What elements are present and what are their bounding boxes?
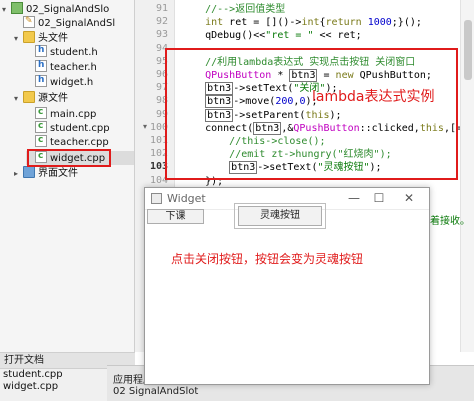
pro-file-icon [23, 14, 35, 28]
tree-item[interactable]: ▾ 源文件 [14, 91, 134, 105]
line-number: 92 [155, 16, 168, 28]
tree-item-label: 02_SignalAndSlo [26, 4, 110, 15]
tree-item[interactable]: teacher.cpp [26, 133, 134, 149]
folder-icon [23, 31, 35, 43]
header-file-icon [35, 43, 47, 57]
close-icon[interactable]: ✕ [402, 191, 416, 205]
line-number: 91 [155, 3, 168, 14]
minimize-icon[interactable]: — [347, 191, 361, 205]
project-tree: ▾ 02_SignalAndSlo 02_SignalAndSl ▾头文件 studen… [0, 0, 135, 352]
tree-item[interactable]: widget.h [26, 73, 134, 89]
widget-client-area: 下课 灵魂按钮 点击关闭按钮，按钮会变为灵魂按钮 [145, 188, 429, 384]
expand-arrow-icon[interactable]: ▸ [14, 167, 23, 181]
widget-window-title: Widget [167, 192, 206, 205]
code-line: int ret = []()->int{return 1000;}(); [181, 16, 422, 30]
code-token: int [205, 17, 224, 29]
tree-item-label: widget.h [50, 77, 94, 88]
code-token: return [325, 17, 362, 29]
widget-annotation-note: 点击关闭按钮，按钮会变为灵魂按钮 [171, 252, 364, 266]
expand-arrow-icon[interactable]: ▾ [14, 32, 23, 46]
cpp-file-icon [35, 105, 47, 119]
tree-item-label: 界面文件 [38, 168, 78, 179]
code-token: qDebug()<< [181, 30, 266, 42]
tree-item[interactable]: student.h [26, 43, 134, 59]
folder-icon [23, 91, 35, 103]
expand-arrow-icon[interactable]: ▾ [2, 3, 11, 17]
lambda-code-highlight-box [165, 48, 458, 180]
cpp-file-icon [35, 133, 47, 147]
code-token: ret = []()-> [223, 17, 302, 29]
code-token: ;}(); [391, 17, 422, 29]
code-line: //-->返回值类型 [181, 3, 285, 17]
tree-item-label: student.cpp [50, 123, 110, 134]
fold-marker-icon[interactable]: ▾ [143, 122, 147, 131]
tree-item[interactable]: 02_SignalAndSl [14, 14, 134, 30]
code-token: int [301, 17, 320, 29]
header-file-icon [35, 73, 47, 87]
project-icon [11, 2, 23, 14]
ui-folder-icon [23, 166, 35, 178]
code-token: //-->返回值类型 [205, 4, 286, 15]
widget-cpp-highlight-box [27, 149, 111, 167]
lambda-annotation-label: lambda表达式实例 [312, 89, 435, 105]
tree-item-label: main.cpp [50, 109, 97, 120]
tree-item-label: 源文件 [38, 93, 68, 104]
code-token: << ret; [313, 30, 362, 42]
code-token: 1000 [367, 17, 392, 29]
code-fragment-text: 着接收。 [430, 216, 470, 227]
tree-item-label: student.h [50, 47, 98, 58]
cpp-file-icon [35, 119, 47, 133]
code-line: qDebug()<<"ret = " << ret; [181, 29, 362, 43]
editor-vertical-scrollbar[interactable] [460, 0, 474, 352]
output-pane-sublabel: 02 SignalAndSlot [113, 386, 199, 397]
tree-item-label: teacher.h [50, 62, 97, 73]
code-token: "ret = " [265, 30, 314, 42]
scrollbar-thumb[interactable] [464, 20, 472, 80]
tree-item[interactable]: ▾ 02_SignalAndSlo [2, 2, 134, 16]
tree-item-label: teacher.cpp [50, 137, 109, 148]
widget-window[interactable]: Widget — ☐ ✕ 下课 灵魂按钮 点击关闭按钮，按钮会变为灵魂按钮 [144, 187, 430, 385]
tree-item[interactable]: ▸ 界面文件 [14, 166, 134, 180]
class-dismiss-button[interactable]: 下课 [147, 209, 204, 224]
expand-arrow-icon[interactable]: ▾ [14, 92, 23, 106]
maximize-icon[interactable]: ☐ [372, 191, 386, 205]
widget-titlebar[interactable]: Widget — ☐ ✕ [145, 188, 429, 210]
header-file-icon [35, 58, 47, 72]
tree-item[interactable]: ▾ 头文件 [14, 31, 134, 45]
tree-item-label: 02_SignalAndSl [38, 18, 116, 29]
window-app-icon [151, 193, 162, 204]
line-number: 93 [155, 29, 168, 41]
tree-item[interactable]: teacher.h [26, 58, 134, 74]
